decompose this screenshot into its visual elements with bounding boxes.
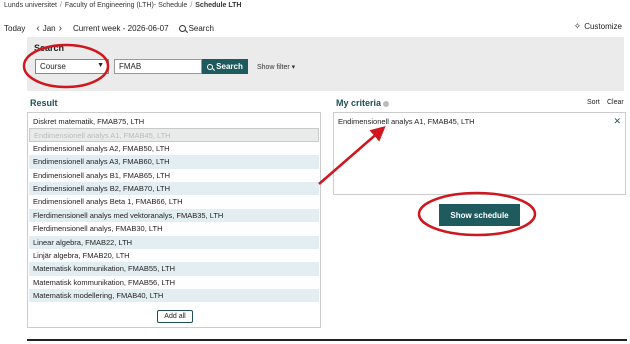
sort-button[interactable]: Sort — [587, 99, 600, 106]
show-filter-toggle[interactable]: Show filter ▾ — [257, 63, 295, 71]
schedule-toolbar: Today ‹ Jan › Current week - 2026-06-07 … — [4, 21, 626, 35]
result-item[interactable]: Matematisk modellering, FMAB40, LTH — [29, 289, 319, 303]
info-icon[interactable] — [383, 100, 390, 107]
period-label: Jan — [42, 23, 56, 33]
toolbar-search-link[interactable]: Search — [178, 23, 214, 33]
result-item[interactable]: Endimensionell analys Beta 1, FMAB66, LT… — [29, 195, 319, 208]
result-item[interactable]: Flerdimensionell analys, FMAB30, LTH — [29, 222, 319, 235]
criteria-title-label: My criteria — [336, 98, 382, 108]
criteria-item: Endimensionell analys A1, FMAB45, LTH — [338, 117, 475, 126]
toolbar-search-label: Search — [188, 23, 214, 33]
clear-button[interactable]: Clear — [607, 99, 624, 106]
search-icon — [207, 63, 214, 70]
search-type-select[interactable]: Course ▼ — [35, 59, 109, 74]
result-title: Result — [30, 98, 58, 108]
result-panel: Diskret matematik, FMAB75, LTH Endimensi… — [27, 112, 321, 328]
breadcrumb-separator: / — [59, 2, 62, 9]
result-item[interactable]: Matematisk kommunikation, FMAB56, LTH — [29, 276, 319, 289]
add-all-button[interactable]: Add all — [157, 310, 193, 323]
divider — [27, 339, 627, 341]
customize-button[interactable]: ✧ Customize — [574, 21, 622, 32]
customize-label: Customize — [584, 22, 622, 31]
result-list: Diskret matematik, FMAB75, LTH Endimensi… — [29, 115, 319, 303]
caret-down-icon: ▾ — [291, 64, 296, 71]
result-item[interactable]: Matematisk kommunikation, FMAB55, LTH — [29, 262, 319, 276]
result-item[interactable]: Flerdimensionell analys med vektoranalys… — [29, 208, 319, 223]
breadcrumb-current: Schedule LTH — [195, 2, 242, 9]
search-title: Search — [34, 43, 65, 53]
result-item[interactable]: Diskret matematik, FMAB75, LTH — [29, 115, 319, 128]
current-week-label: Current week - 2026-06-07 — [72, 23, 169, 33]
next-arrow-icon[interactable]: › — [59, 23, 62, 34]
search-button-label: Search — [216, 62, 243, 71]
previous-arrow-icon[interactable]: ‹ — [36, 23, 39, 34]
result-item[interactable]: Linear algebra, FMAB22, LTH — [29, 235, 319, 249]
search-icon — [178, 24, 186, 32]
result-item[interactable]: Endimensionell analys A3, FMAB60, LTH — [29, 155, 319, 169]
result-item[interactable]: Endimensionell analys A2, FMAB50, LTH — [29, 142, 319, 155]
criteria-title: My criteria — [336, 98, 390, 108]
today-button[interactable]: Today — [4, 24, 25, 33]
show-schedule-button[interactable]: Show schedule — [439, 204, 520, 226]
breadcrumb-faculty[interactable]: Faculty of Engineering (LTH)- Schedule — [65, 2, 187, 9]
breadcrumb-separator: / — [190, 2, 193, 9]
search-panel: Search Course ▼ FMAB Search Show filter … — [27, 37, 624, 91]
criteria-panel: Endimensionell analys A1, FMAB45, LTH ✕ — [333, 112, 626, 195]
chevron-down-icon: ▼ — [97, 62, 104, 69]
customize-icon: ✧ — [573, 21, 582, 31]
breadcrumb: Lunds universitet / Faculty of Engineering… — [4, 2, 241, 12]
search-input[interactable]: FMAB — [114, 59, 202, 74]
search-type-value: Course — [40, 62, 66, 71]
search-button[interactable]: Search — [202, 59, 248, 74]
result-item[interactable]: Endimensionell analys A1, FMAB45, LTH — [29, 128, 319, 142]
close-icon[interactable]: ✕ — [613, 116, 621, 127]
result-item[interactable]: Endimensionell analys B2, FMAB70, LTH — [29, 181, 319, 196]
result-item[interactable]: Linjär algebra, FMAB20, LTH — [29, 249, 319, 262]
show-filter-label: Show filter — [257, 64, 290, 71]
result-item[interactable]: Endimensionell analys B1, FMAB65, LTH — [29, 169, 319, 182]
breadcrumb-lunds[interactable]: Lunds universitet — [4, 2, 57, 9]
